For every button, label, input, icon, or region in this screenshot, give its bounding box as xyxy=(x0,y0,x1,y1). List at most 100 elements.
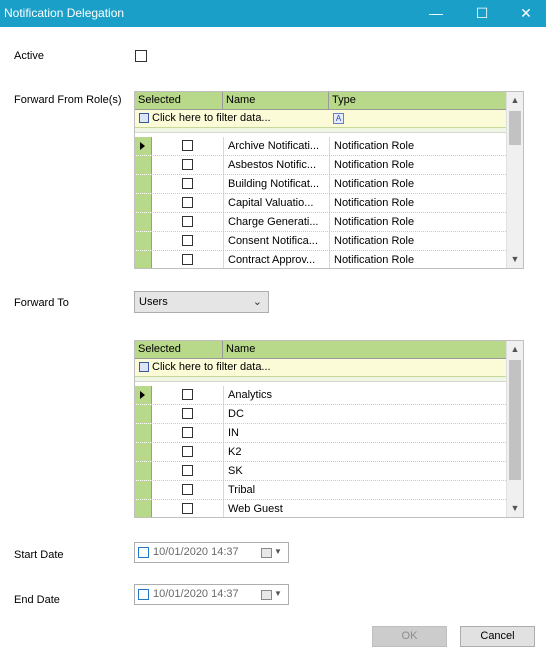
row-checkbox[interactable] xyxy=(182,484,193,495)
text-filter-icon[interactable]: A xyxy=(333,113,344,124)
scroll-up-icon[interactable]: ▲ xyxy=(507,341,523,358)
table-row[interactable]: Consent Notifica... Notification Role xyxy=(135,232,506,251)
row-selector[interactable] xyxy=(135,500,152,517)
calendar-icon[interactable] xyxy=(261,548,272,558)
row-type: Notification Role xyxy=(329,213,506,231)
row-name: IN xyxy=(223,424,506,442)
forward-to-dropdown[interactable]: Users ⌄ xyxy=(134,291,269,313)
users-grid-header: Selected Name xyxy=(135,341,506,359)
row-name: K2 xyxy=(223,443,506,461)
row-checkbox[interactable] xyxy=(182,197,193,208)
table-row[interactable]: Analytics xyxy=(135,386,506,405)
forward-to-value: Users xyxy=(139,296,168,308)
row-name: Archive Notificati... xyxy=(223,137,329,155)
roles-scrollbar[interactable]: ▲ ▼ xyxy=(506,92,523,268)
end-date-label: End Date xyxy=(14,594,60,606)
scroll-down-icon[interactable]: ▼ xyxy=(507,500,523,517)
row-selector[interactable] xyxy=(135,213,152,231)
roles-spacer xyxy=(135,128,506,133)
table-row[interactable]: Capital Valuatio... Notification Role xyxy=(135,194,506,213)
row-checkbox[interactable] xyxy=(182,446,193,457)
row-name: Asbestos Notific... xyxy=(223,156,329,174)
dropdown-arrow-icon[interactable]: ▼ xyxy=(274,547,282,556)
column-header-type[interactable]: Type xyxy=(329,92,506,109)
row-selector[interactable] xyxy=(135,424,152,442)
row-selector[interactable] xyxy=(135,156,152,174)
row-selector[interactable] xyxy=(135,386,152,404)
column-header-name[interactable]: Name xyxy=(223,341,506,358)
row-checkbox[interactable] xyxy=(182,254,193,265)
row-checkbox[interactable] xyxy=(182,140,193,151)
end-date-value[interactable]: 10/01/2020 14:37 xyxy=(153,585,239,604)
table-row[interactable]: Charge Generati... Notification Role xyxy=(135,213,506,232)
row-type: Notification Role xyxy=(329,137,506,155)
start-date-picker[interactable]: 10/01/2020 14:37 ▼ xyxy=(134,542,289,563)
title-bar: Notification Delegation — ☐ ✕ xyxy=(0,0,546,27)
ok-button[interactable]: OK xyxy=(372,626,447,647)
row-name: Charge Generati... xyxy=(223,213,329,231)
row-selector[interactable] xyxy=(135,443,152,461)
users-filter-row[interactable]: Click here to filter data... xyxy=(135,359,506,377)
dropdown-arrow-icon[interactable]: ▼ xyxy=(274,589,282,598)
row-checkbox[interactable] xyxy=(182,235,193,246)
scroll-thumb[interactable] xyxy=(509,111,521,145)
table-row[interactable]: IN xyxy=(135,424,506,443)
row-selector[interactable] xyxy=(135,251,152,268)
row-name: Web Guest xyxy=(223,500,506,517)
users-scrollbar[interactable]: ▲ ▼ xyxy=(506,341,523,517)
table-row[interactable]: Web Guest xyxy=(135,500,506,517)
row-checkbox[interactable] xyxy=(182,427,193,438)
row-checkbox[interactable] xyxy=(182,408,193,419)
minimize-button[interactable]: — xyxy=(416,0,456,27)
scroll-up-icon[interactable]: ▲ xyxy=(507,92,523,109)
table-row[interactable]: Archive Notificati... Notification Role xyxy=(135,137,506,156)
start-date-checkbox[interactable] xyxy=(138,547,149,558)
row-checkbox[interactable] xyxy=(182,216,193,227)
row-selector[interactable] xyxy=(135,462,152,480)
table-row[interactable]: Building Notificat... Notification Role xyxy=(135,175,506,194)
scroll-thumb[interactable] xyxy=(509,360,521,480)
close-button[interactable]: ✕ xyxy=(506,0,546,27)
row-selector[interactable] xyxy=(135,194,152,212)
row-selector[interactable] xyxy=(135,137,152,155)
row-checkbox[interactable] xyxy=(182,389,193,400)
row-checkbox[interactable] xyxy=(182,503,193,514)
roles-filter-row[interactable]: Click here to filter data... A xyxy=(135,110,506,128)
row-type: Notification Role xyxy=(329,251,506,268)
table-row[interactable]: Contract Approv... Notification Role xyxy=(135,251,506,268)
row-selector[interactable] xyxy=(135,405,152,423)
row-type: Notification Role xyxy=(329,156,506,174)
row-checkbox[interactable] xyxy=(182,465,193,476)
scroll-down-icon[interactable]: ▼ xyxy=(507,251,523,268)
users-grid: Selected Name Click here to filter data.… xyxy=(134,340,524,518)
row-selector[interactable] xyxy=(135,481,152,499)
column-header-selected[interactable]: Selected xyxy=(135,92,223,109)
roles-grid: Selected Name Type Click here to filter … xyxy=(134,91,524,269)
users-filter-text[interactable]: Click here to filter data... xyxy=(152,359,271,376)
table-row[interactable]: K2 xyxy=(135,443,506,462)
current-row-arrow-icon xyxy=(140,142,145,150)
end-date-picker[interactable]: 10/01/2020 14:37 ▼ xyxy=(134,584,289,605)
row-name: Consent Notifica... xyxy=(223,232,329,250)
row-checkbox[interactable] xyxy=(182,178,193,189)
roles-filter-text[interactable]: Click here to filter data... xyxy=(152,110,271,127)
start-date-value[interactable]: 10/01/2020 14:37 xyxy=(153,543,239,562)
table-row[interactable]: DC xyxy=(135,405,506,424)
start-date-label: Start Date xyxy=(14,549,64,561)
table-row[interactable]: SK xyxy=(135,462,506,481)
column-header-selected[interactable]: Selected xyxy=(135,341,223,358)
maximize-button[interactable]: ☐ xyxy=(462,0,502,27)
row-selector[interactable] xyxy=(135,175,152,193)
row-name: Contract Approv... xyxy=(223,251,329,268)
table-row[interactable]: Asbestos Notific... Notification Role xyxy=(135,156,506,175)
calendar-icon[interactable] xyxy=(261,590,272,600)
row-selector[interactable] xyxy=(135,232,152,250)
active-checkbox[interactable] xyxy=(135,50,147,62)
end-date-checkbox[interactable] xyxy=(138,589,149,600)
row-checkbox[interactable] xyxy=(182,159,193,170)
row-type: Notification Role xyxy=(329,175,506,193)
current-row-arrow-icon xyxy=(140,391,145,399)
column-header-name[interactable]: Name xyxy=(223,92,329,109)
table-row[interactable]: Tribal xyxy=(135,481,506,500)
cancel-button[interactable]: Cancel xyxy=(460,626,535,647)
